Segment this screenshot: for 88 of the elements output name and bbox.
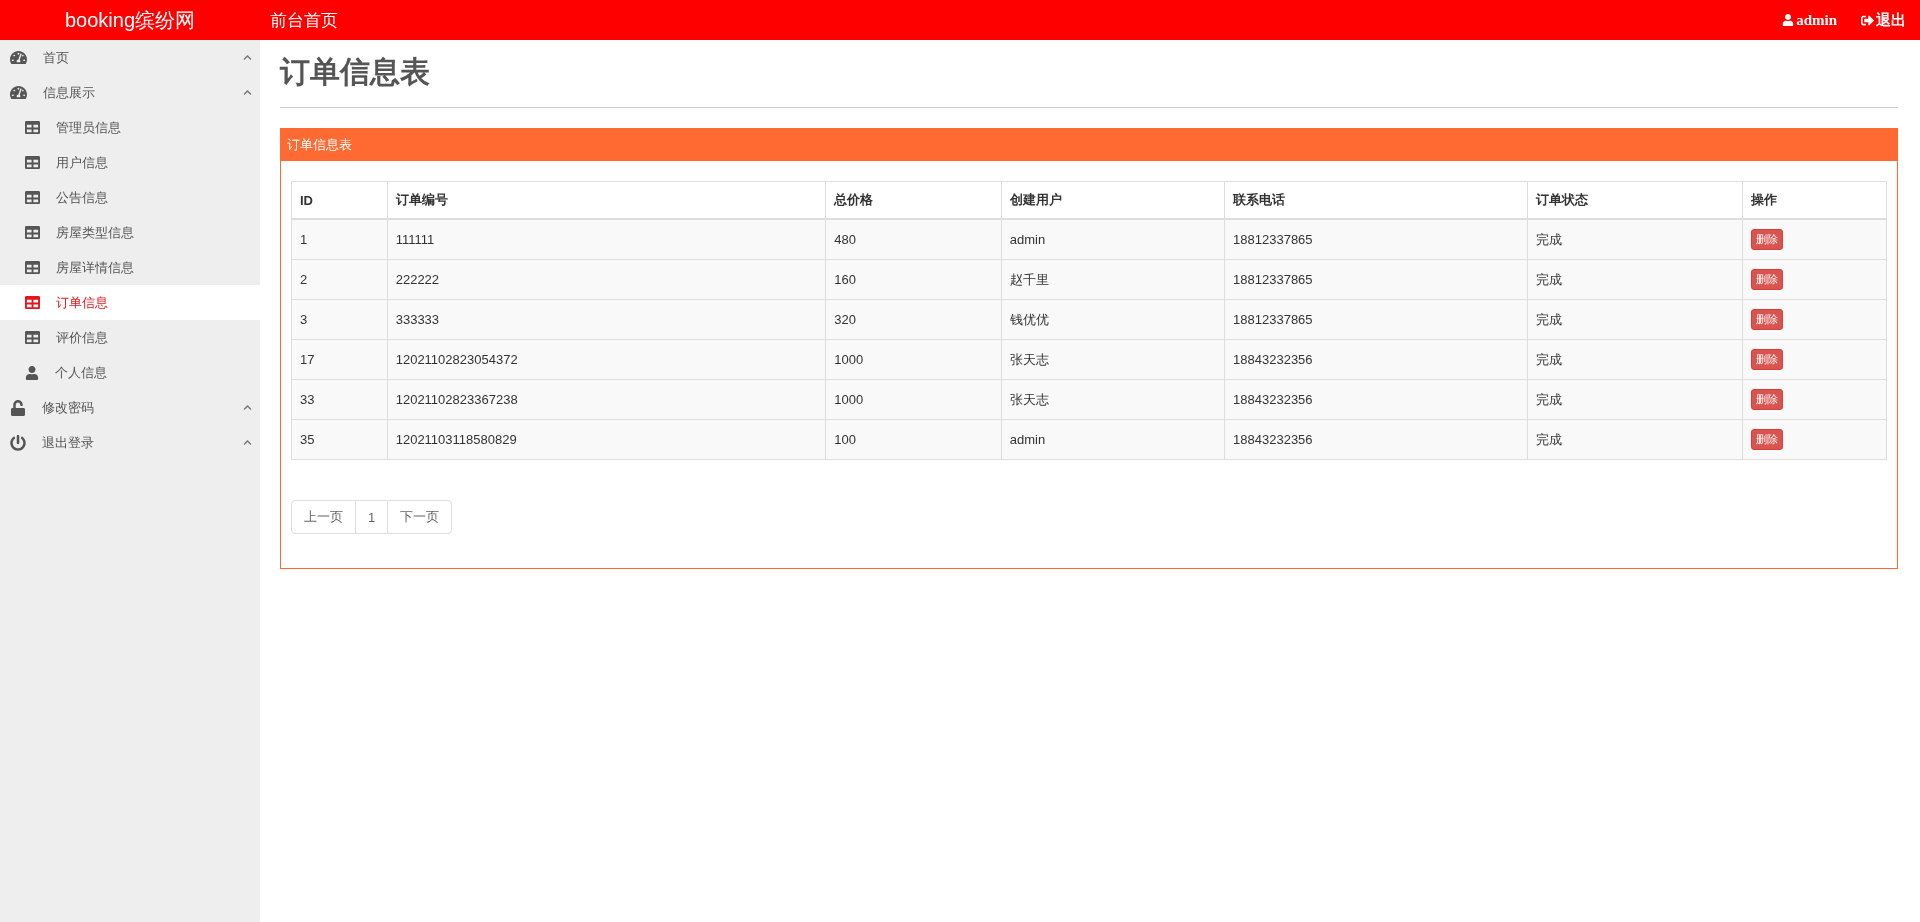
sidebar-item[interactable]: 房屋类型信息 [0,215,260,250]
table-cell: 完成 [1527,419,1743,460]
column-header: 操作 [1742,181,1887,219]
table-cell: 160 [825,259,1002,300]
table-cell: 完成 [1527,219,1743,260]
table-cell: 2 [291,259,388,300]
dashboard-icon [10,49,27,66]
table-cell: 35 [291,419,388,460]
user-link[interactable]: admin [1782,11,1837,29]
table-cell: 18843232356 [1224,419,1528,460]
table-cell: 33 [291,379,388,420]
column-header: 联系电话 [1224,181,1528,219]
table-cell: 12021102823367238 [387,379,826,420]
column-header: ID [291,181,388,219]
delete-button[interactable]: 删除 [1751,389,1784,410]
unlock-icon [10,399,26,416]
table-cell: 1000 [825,339,1002,380]
pagination-link[interactable]: 上一页 [291,500,356,534]
sidebar-group[interactable]: 修改密码 [0,390,260,425]
sidebar-item[interactable]: 公告信息 [0,180,260,215]
table-cell: 222222 [387,259,826,300]
table-cell: 18812337865 [1224,219,1528,260]
sidebar-item[interactable]: 订单信息 [0,285,260,320]
power-icon [10,434,26,451]
table-cell: admin [1001,219,1225,260]
caret-icon [243,403,252,412]
delete-button[interactable]: 删除 [1751,429,1784,450]
table-icon [25,225,40,240]
table-icon [25,155,40,170]
table-cell: 333333 [387,299,826,340]
table-cell: 12021102823054372 [387,339,826,380]
table-cell: 18812337865 [1224,299,1528,340]
table-cell: 480 [825,219,1002,260]
sidebar-item[interactable]: 管理员信息 [0,110,260,145]
table-icon [25,120,40,135]
sidebar-group[interactable]: 退出登录 [0,425,260,460]
table-cell: 张天志 [1001,379,1225,420]
table-icon [25,295,40,310]
column-header: 创建用户 [1001,181,1225,219]
delete-button[interactable]: 删除 [1751,349,1784,370]
delete-button[interactable]: 删除 [1751,229,1784,250]
table-cell: 张天志 [1001,339,1225,380]
table-icon [25,260,40,275]
table-cell: 完成 [1527,339,1743,380]
table-cell: 12021103118580829 [387,419,826,460]
delete-button[interactable]: 删除 [1751,309,1784,330]
sidebar-group[interactable]: 首页 [0,40,260,75]
brand-title: booking缤纷网 [63,7,197,33]
caret-icon [243,88,252,97]
delete-button[interactable]: 删除 [1751,269,1784,290]
caret-icon [243,53,252,62]
table-cell: 100 [825,419,1002,460]
person-icon [25,365,39,380]
column-header: 总价格 [825,181,1002,219]
column-header: 订单编号 [387,181,826,219]
table-cell: 18843232356 [1224,379,1528,420]
page-title: 订单信息表 [280,52,1898,108]
table-cell: 320 [825,299,1002,340]
table-cell: 3 [291,299,388,340]
table-cell: 18843232356 [1224,339,1528,380]
logout-link[interactable]: 退出 [1861,10,1906,30]
pagination-link[interactable]: 1 [355,500,389,534]
logout-icon [1861,13,1874,27]
table-icon [25,190,40,205]
panel-title: 订单信息表 [281,129,1897,161]
table-cell: admin [1001,419,1225,460]
sidebar-item[interactable]: 个人信息 [0,355,260,390]
sidebar-item[interactable]: 评价信息 [0,320,260,355]
table-cell: 完成 [1527,379,1743,420]
caret-icon [243,438,252,447]
nav-link[interactable]: 前台首页 [270,8,338,32]
dashboard-icon [10,84,27,101]
pagination-link[interactable]: 下一页 [387,500,453,534]
column-header: 订单状态 [1527,181,1743,219]
table-cell: 17 [291,339,388,380]
table-cell: 赵千里 [1001,259,1225,300]
table-cell: 完成 [1527,259,1743,300]
sidebar-group[interactable]: 信息展示 [0,75,260,110]
table-cell: 18812337865 [1224,259,1528,300]
sidebar-item[interactable]: 用户信息 [0,145,260,180]
sidebar-item[interactable]: 房屋详情信息 [0,250,260,285]
table-cell: 1000 [825,379,1002,420]
user-icon [1782,14,1795,26]
table-icon [25,330,40,345]
table-cell: 钱优优 [1001,299,1225,340]
table-cell: 111111 [387,219,826,260]
table-cell: 1 [291,219,388,260]
table-cell: 完成 [1527,299,1743,340]
